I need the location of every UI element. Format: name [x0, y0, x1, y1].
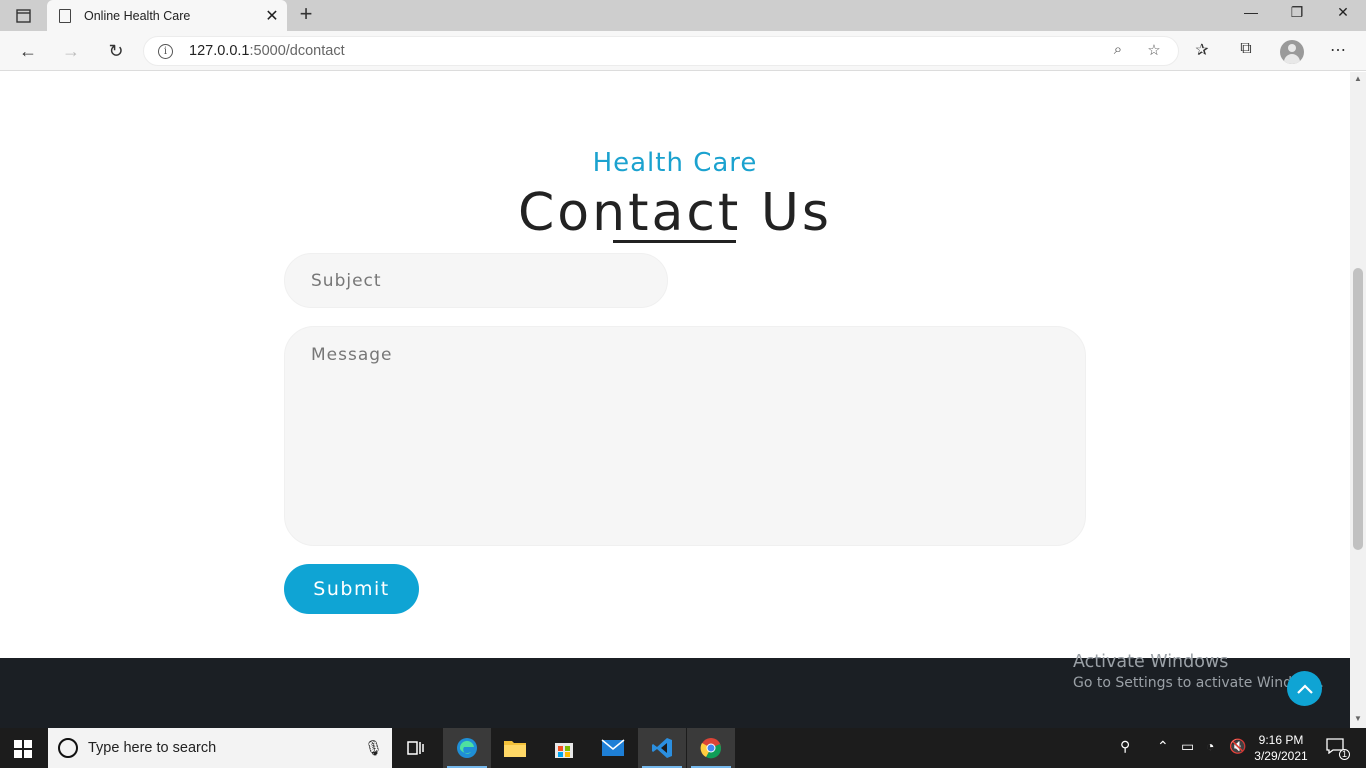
taskbar-search-placeholder: Type here to search [88, 740, 217, 756]
edge-browser-icon[interactable] [443, 728, 491, 768]
restore-icon[interactable]: ❐ [1274, 4, 1320, 26]
tab-title: Online Health Care [84, 8, 191, 23]
task-view-icon[interactable] [392, 728, 440, 768]
browser-tab[interactable]: Online Health Care ✕ [47, 0, 287, 31]
windows-start-icon[interactable] [14, 740, 32, 758]
info-icon[interactable]: i [158, 44, 173, 59]
volume-muted-icon[interactable]: 🔇 [1229, 738, 1246, 755]
address-bar[interactable]: i 127.0.0.1:5000/dcontact ⌕ ☆ [143, 36, 1179, 66]
activate-windows-watermark: Activate Windows Go to Settings to activ… [1073, 652, 1324, 691]
page-icon [59, 8, 71, 23]
clock-time: 9:16 PM [1258, 733, 1304, 747]
more-menu-icon[interactable]: ⋯ [1326, 40, 1350, 62]
url-path: :5000/dcontact [249, 43, 345, 59]
file-explorer-icon[interactable] [491, 728, 539, 768]
network-icon[interactable]: ◔ [1206, 738, 1214, 754]
submit-button[interactable]: Submit [284, 564, 419, 614]
new-tab-icon[interactable]: + [293, 3, 319, 27]
vscode-icon[interactable] [638, 728, 686, 768]
subject-input[interactable] [284, 253, 668, 308]
favorites-icon[interactable]: ✰ [1190, 40, 1214, 62]
page-title: Contact Us [518, 183, 832, 243]
browser-toolbar: ← → ↻ i 127.0.0.1:5000/dcontact ⌕ ☆ ✰ ⧉ … [0, 31, 1366, 71]
store-icon[interactable] [540, 728, 588, 768]
scrollbar-thumb[interactable] [1353, 268, 1363, 550]
mail-icon[interactable] [589, 728, 637, 768]
tab-actions-icon[interactable] [8, 6, 40, 26]
collections-icon[interactable]: ⧉ [1234, 40, 1258, 62]
url-host: 127.0.0.1 [189, 43, 250, 59]
watermark-title: Activate Windows [1073, 652, 1229, 672]
clock-date: 3/29/2021 [1254, 749, 1308, 763]
battery-icon[interactable]: ▭ [1181, 738, 1194, 755]
add-favorite-icon[interactable]: ☆ [1143, 41, 1165, 63]
close-tab-icon[interactable]: ✕ [257, 6, 287, 26]
profile-avatar[interactable] [1280, 40, 1304, 64]
cortana-icon [58, 738, 78, 758]
forward-icon[interactable]: → [56, 37, 86, 65]
scroll-down-icon[interactable]: ▼ [1353, 714, 1363, 723]
taskbar-search-box[interactable]: Type here to search 🎙 [48, 728, 392, 768]
scroll-up-icon[interactable]: ▲ [1353, 74, 1363, 83]
chevron-up-icon [1296, 684, 1313, 694]
refresh-icon[interactable]: ↻ [101, 37, 131, 65]
chevron-up-tray-icon[interactable]: ⌃ [1157, 738, 1169, 755]
notification-count: 1 [1339, 749, 1350, 760]
minimize-icon[interactable]: — [1228, 4, 1274, 26]
back-to-top-button[interactable] [1287, 671, 1322, 706]
notifications-icon[interactable]: 1 [1324, 738, 1350, 760]
windows-taskbar: Type here to search 🎙 ⚲ ⌃ ▭ ◔ 🔇 9:16 PM … [0, 728, 1366, 768]
back-icon[interactable]: ← [13, 37, 43, 65]
zoom-icon[interactable]: ⌕ [1107, 41, 1129, 63]
microphone-icon[interactable]: 🎙 [364, 739, 383, 757]
close-window-icon[interactable]: ✕ [1320, 4, 1366, 26]
page-viewport: Health Care Contact Us Submit [0, 72, 1350, 728]
section-eyebrow: Health Care [592, 148, 758, 178]
people-icon[interactable]: ⚲ [1120, 738, 1130, 755]
url-text[interactable]: 127.0.0.1:5000/dcontact [189, 43, 345, 59]
page-scrollbar[interactable]: ▲ ▼ [1350, 72, 1366, 728]
tab-strip: Online Health Care ✕ + — ❐ ✕ [0, 0, 1366, 31]
taskbar-clock[interactable]: 9:16 PM 3/29/2021 [1252, 732, 1310, 764]
message-textarea[interactable] [284, 326, 1086, 546]
title-underline [613, 240, 736, 243]
chrome-icon[interactable] [687, 728, 735, 768]
